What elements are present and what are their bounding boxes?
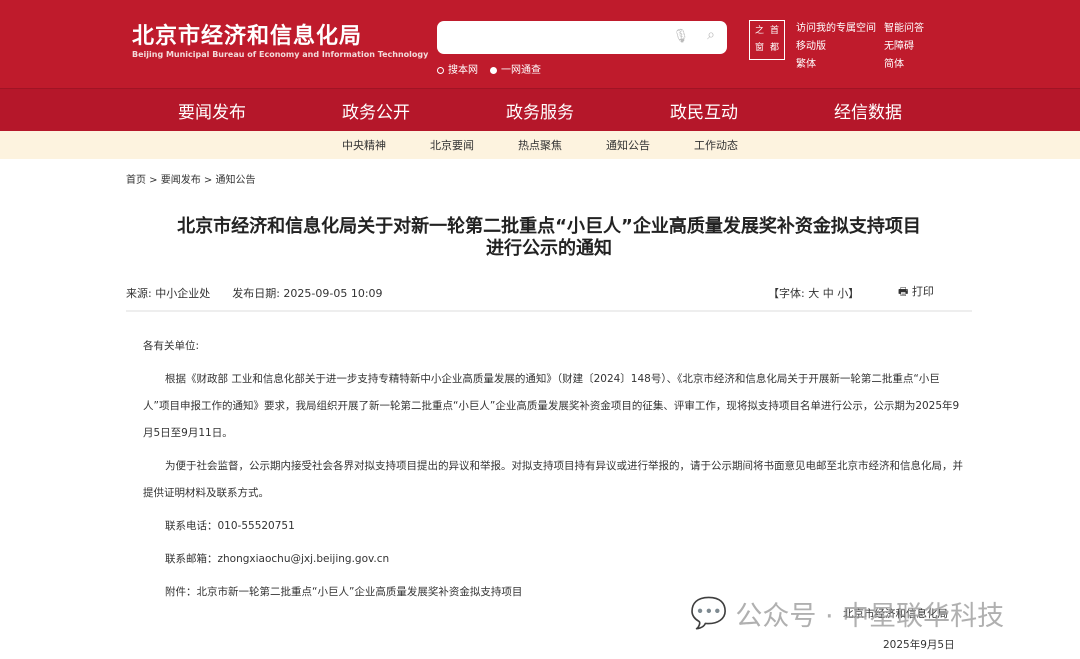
- radio-selected-icon[interactable]: [490, 66, 497, 74]
- site-header: 北京市经济和信息化局 Beijing Municipal Bureau of E…: [0, 0, 1080, 88]
- wechat-icon: 💬: [690, 596, 728, 631]
- search-scope-site[interactable]: 搜本网: [437, 61, 478, 76]
- nav-gov-service[interactable]: 政务服务: [506, 98, 574, 123]
- signature-date: 2025年9月5日: [883, 639, 955, 651]
- article-body: 各有关单位: 根据《财政部 工业和信息化部关于进一步支持专精特新中小企业高质量发…: [143, 333, 963, 612]
- article-source: 来源: 中小企业处: [126, 287, 211, 300]
- salutation: 各有关单位:: [143, 340, 200, 352]
- printer-icon: 🖶: [898, 285, 909, 298]
- option-label: 搜本网: [448, 65, 478, 76]
- link-traditional[interactable]: 繁体: [796, 55, 884, 70]
- contact-phone: 联系电话：010-55520751: [165, 520, 295, 532]
- seal-char: 首: [769, 26, 779, 36]
- subnav-beijing[interactable]: 北京要闻: [408, 137, 496, 153]
- subnav-notices[interactable]: 通知公告: [584, 137, 672, 153]
- link-smart-qa[interactable]: 智能问答: [884, 19, 944, 34]
- seal-char: 窗: [754, 43, 764, 53]
- nav-gov-open[interactable]: 政务公开: [342, 98, 410, 123]
- paragraph: 为便于社会监督，公示期内接受社会各界对拟支持项目提出的异议和举报。对拟支持项目持…: [143, 460, 963, 499]
- print-button[interactable]: 🖶 打印: [898, 283, 934, 302]
- subnav-hot[interactable]: 热点聚焦: [496, 137, 584, 153]
- site-logo-subtitle: Beijing Municipal Bureau of Economy and …: [132, 50, 429, 59]
- nav-news[interactable]: 要闻发布: [178, 98, 246, 123]
- link-accessibility[interactable]: 无障碍: [884, 37, 944, 52]
- link-mobile[interactable]: 移动版: [796, 37, 884, 52]
- font-size-control[interactable]: 【字体: 大 中 小】: [768, 285, 859, 301]
- subnav-work[interactable]: 工作动态: [672, 137, 760, 153]
- sub-nav: 中央精神 北京要闻 热点聚焦 通知公告 工作动态: [0, 131, 1080, 159]
- print-label: 打印: [911, 285, 934, 298]
- page-title: 北京市经济和信息化局关于对新一轮第二批重点“小巨人”企业高质量发展奖补资金拟支持…: [126, 216, 972, 260]
- paragraph: 根据《财政部 工业和信息化部关于进一步支持专精特新中小企业高质量发展的通知》（财…: [143, 373, 960, 439]
- article-date: 发布日期: 2025-09-05 10:09: [232, 287, 383, 300]
- main-nav: 要闻发布 政务公开 政务服务 政民互动 经信数据: [0, 88, 1080, 131]
- site-logo-title[interactable]: 北京市经济和信息化局: [132, 18, 362, 50]
- link-my-space[interactable]: 访问我的专属空间: [796, 19, 884, 34]
- title-line: 进行公示的通知: [486, 238, 612, 259]
- microphone-icon[interactable]: 🎙: [672, 29, 689, 44]
- search-icon[interactable]: ⌕: [707, 27, 715, 43]
- option-label: 一网通查: [501, 65, 541, 76]
- link-simplified[interactable]: 简体: [884, 55, 944, 70]
- subnav-central[interactable]: 中央精神: [320, 137, 408, 153]
- breadcrumb[interactable]: 首页 > 要闻发布 > 通知公告: [126, 171, 255, 186]
- nav-data[interactable]: 经信数据: [834, 98, 902, 123]
- seal-char: 之: [754, 26, 764, 36]
- watermark-text: 公众号 · 中星联华科技: [735, 601, 1005, 632]
- search-input[interactable]: 🎙 ⌕: [437, 21, 727, 54]
- watermark: 💬 公众号 · 中星联华科技: [690, 594, 1004, 633]
- title-line: 北京市经济和信息化局关于对新一轮第二批重点“小巨人”企业高质量发展奖补资金拟支持…: [177, 216, 921, 237]
- capital-window-logo[interactable]: 之首 窗都: [749, 20, 785, 60]
- radio-icon[interactable]: [437, 66, 444, 74]
- contact-email: 联系邮箱：zhongxiaochu@jxj.beijing.gov.cn: [165, 553, 390, 565]
- divider: [126, 310, 972, 312]
- nav-interaction[interactable]: 政民互动: [670, 98, 738, 123]
- seal-char: 都: [769, 43, 779, 53]
- search-scope-all[interactable]: 一网通查: [490, 61, 541, 76]
